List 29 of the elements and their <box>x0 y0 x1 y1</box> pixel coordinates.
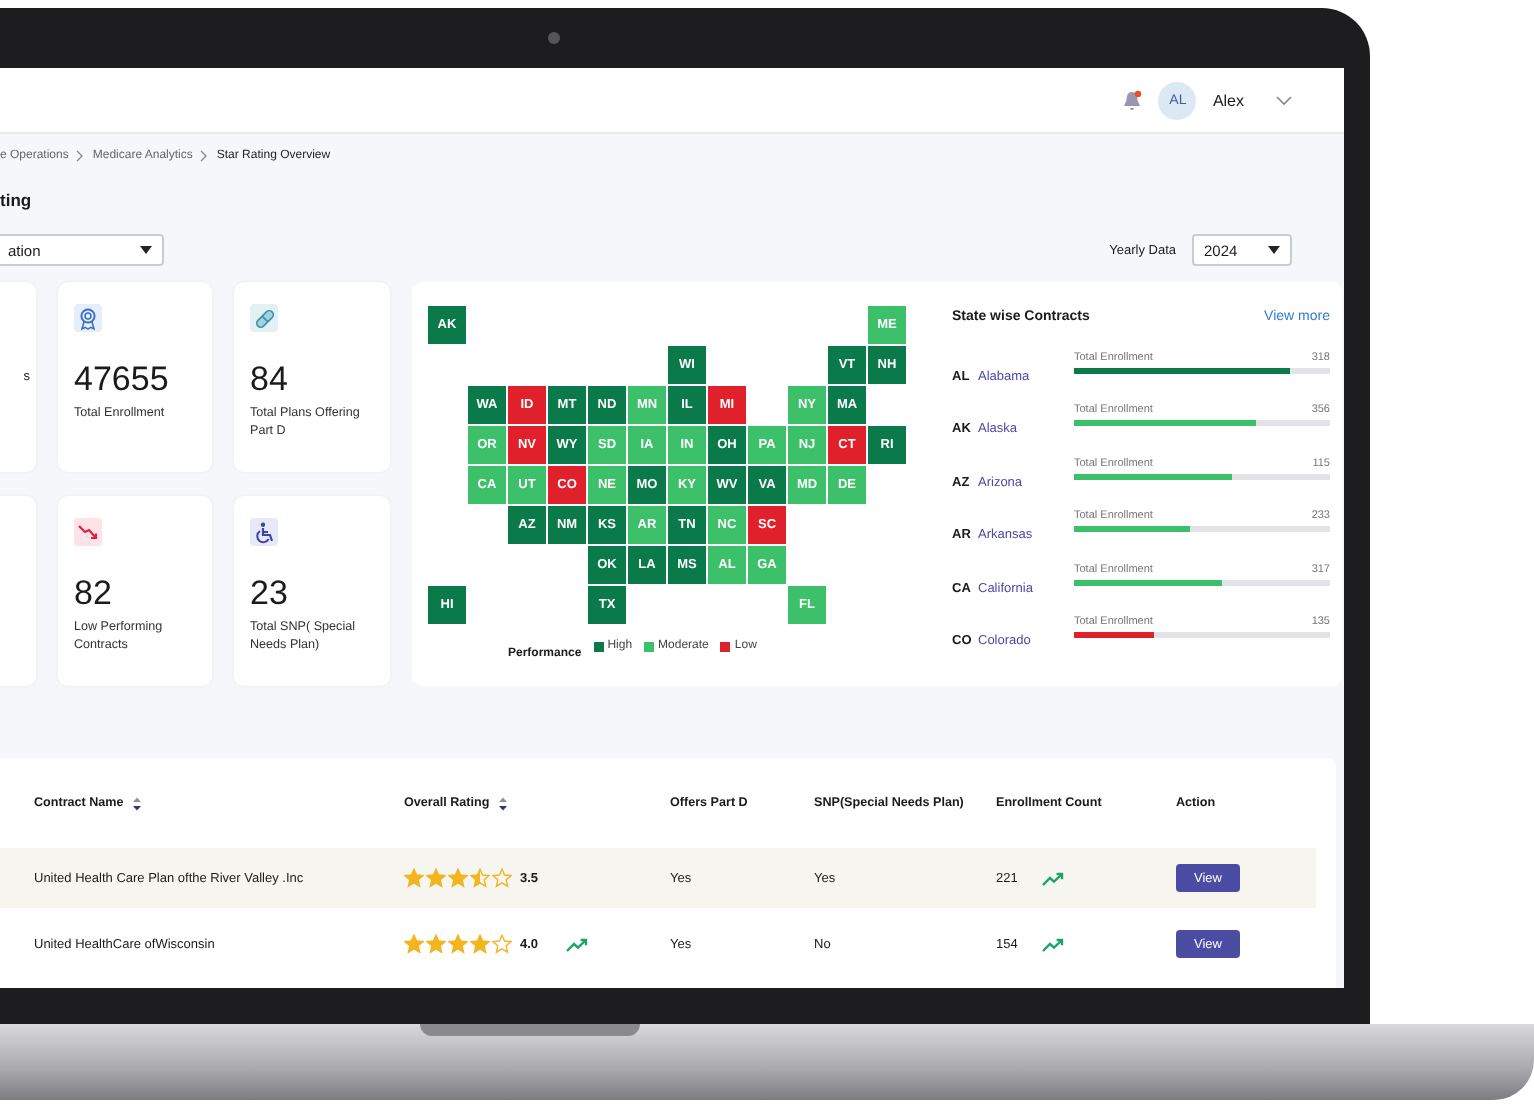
star-icon <box>404 868 424 888</box>
stat-value: 47655 <box>74 360 171 400</box>
stat-value: 84 <box>250 360 290 400</box>
wheelchair-icon <box>250 518 278 546</box>
page-title: ting <box>0 190 34 210</box>
star-icon <box>404 934 424 954</box>
sort-icon[interactable] <box>131 795 142 811</box>
chevron-down-icon[interactable] <box>1276 95 1292 105</box>
bell-icon[interactable] <box>1122 89 1143 111</box>
chevron-right-icon <box>200 150 209 162</box>
star-icon <box>448 868 468 888</box>
camera-dot <box>548 32 560 44</box>
caret-icon <box>1268 246 1280 254</box>
star-icon <box>492 868 512 888</box>
caret-icon <box>140 246 152 254</box>
sort-icon[interactable] <box>497 795 508 811</box>
stat-value: 82 <box>74 574 114 614</box>
star-icon <box>426 868 446 888</box>
star-icon <box>470 868 490 888</box>
star-icon <box>426 934 446 954</box>
star-icon <box>470 934 490 954</box>
user-name: Alex <box>1212 91 1244 109</box>
star-icon <box>448 934 468 954</box>
pill-icon <box>250 304 278 332</box>
trend-down-icon <box>74 518 102 546</box>
award-icon <box>74 304 102 332</box>
stat-value: 23 <box>250 574 290 614</box>
star-icon <box>492 934 512 954</box>
chevron-right-icon <box>76 150 85 162</box>
